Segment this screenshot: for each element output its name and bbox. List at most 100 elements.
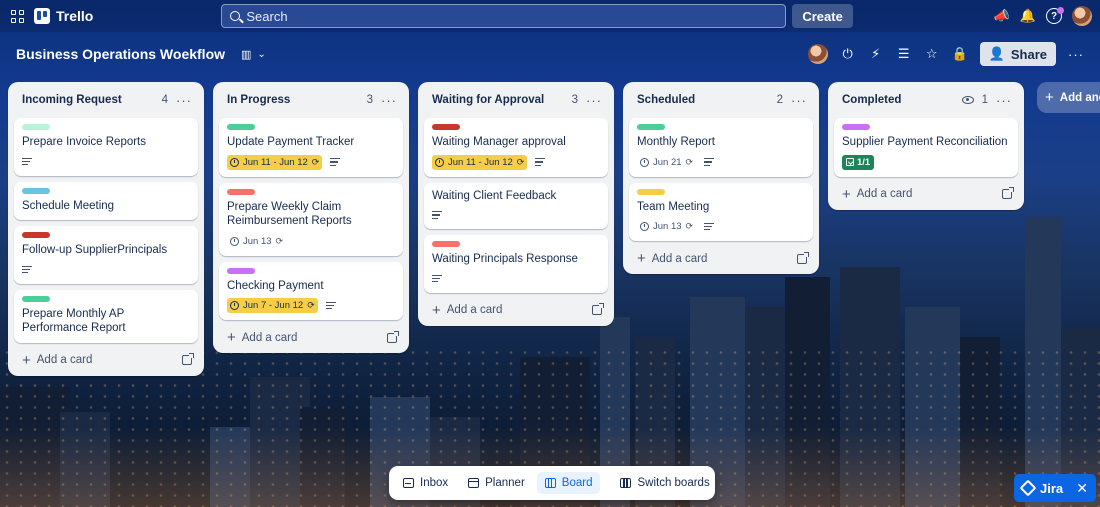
card[interactable]: Schedule Meeting [14, 181, 198, 220]
switch-boards-icon [620, 478, 632, 488]
card[interactable]: Waiting Manager approval Jun 11 - Jun 12… [424, 118, 608, 177]
chevron-down-icon: ⌄ [257, 48, 266, 60]
card-count: 1 [981, 94, 988, 106]
app-switcher-icon[interactable] [8, 7, 26, 25]
card[interactable]: Waiting Client Feedback [424, 182, 608, 229]
card[interactable]: Checking Payment Jun 7 - Jun 12 ⟳ [219, 261, 403, 320]
star-icon[interactable]: ☆ [924, 46, 940, 62]
top-navigation: Trello Create 📣 🔔 ? [0, 0, 1100, 32]
card[interactable]: Prepare Weekly Claim Reimbursement Repor… [219, 182, 403, 256]
card-template-icon[interactable] [387, 330, 399, 343]
card-title: Waiting Principals Response [432, 253, 578, 265]
card-template-icon[interactable] [797, 251, 809, 264]
list-menu-icon[interactable]: ··· [586, 94, 602, 107]
due-date-badge[interactable]: Jun 11 - Jun 12 ⟳ [227, 154, 323, 170]
due-date-badge[interactable]: Jun 7 - Jun 12 ⟳ [227, 298, 318, 313]
due-date-badge[interactable]: Jun 11 - Jun 12 ⟳ [432, 154, 528, 170]
list-title[interactable]: In Progress [227, 94, 290, 106]
filter-icon[interactable]: ☰ [896, 46, 912, 62]
create-button[interactable]: Create [792, 4, 853, 28]
megaphone-icon[interactable]: 📣 [994, 8, 1010, 24]
board-icon [544, 478, 556, 488]
list-title[interactable]: Incoming Request [22, 94, 122, 106]
more-menu-icon[interactable]: ··· [1068, 46, 1084, 62]
card-label [432, 241, 460, 247]
card-template-icon[interactable] [182, 353, 194, 365]
card-template-icon[interactable] [1002, 187, 1014, 199]
add-card-button[interactable]: + Add a card [629, 247, 813, 266]
due-date-text: Jun 13 [243, 235, 272, 247]
due-date-badge[interactable]: Jun 13 ⟳ [637, 219, 696, 234]
switcher-inbox[interactable]: Inbox [395, 472, 456, 494]
card-title: Prepare Invoice Reports [22, 136, 147, 148]
card-count: 3 [571, 94, 578, 106]
card-label [22, 124, 50, 130]
search-input[interactable] [246, 8, 778, 24]
card[interactable]: Supplier Payment Reconciliation 1/1 [834, 118, 1018, 177]
list-menu-icon[interactable]: ··· [996, 94, 1012, 107]
trello-logo[interactable]: Trello [34, 8, 93, 24]
board-view-icon: ▥ [241, 48, 252, 61]
search-bar[interactable] [221, 4, 787, 28]
add-card-button[interactable]: + Add a card [424, 299, 608, 318]
card[interactable]: Waiting Principals Response [424, 235, 608, 293]
switcher-board[interactable]: Board [536, 472, 601, 494]
lock-icon[interactable]: 🔒 [952, 46, 968, 62]
list-menu-icon[interactable]: ··· [381, 94, 397, 107]
card-label [637, 124, 665, 130]
notification-dot [1057, 7, 1064, 14]
list-title[interactable]: Waiting for Approval [432, 94, 544, 106]
card-label [637, 188, 665, 195]
power-ups-icon[interactable]: ⏻ [840, 46, 856, 62]
card-template-icon[interactable] [592, 303, 604, 315]
board-title[interactable]: Business Operations Woekflow [16, 46, 225, 62]
due-date-text: Jun 13 [653, 221, 682, 232]
card[interactable]: Team Meeting Jun 13 ⟳ [629, 182, 813, 241]
list-title[interactable]: Scheduled [637, 94, 695, 106]
board-view-selector[interactable]: ▥ ⌄ [241, 48, 266, 61]
list-incoming-request: Incoming Request 4 ··· Prepare Invoice R… [8, 82, 204, 376]
list-menu-icon[interactable]: ··· [791, 94, 807, 107]
add-card-button[interactable]: + Add a card [14, 349, 198, 368]
member-avatar[interactable] [807, 44, 828, 64]
description-icon [704, 158, 715, 166]
help-icon[interactable]: ? [1046, 7, 1064, 24]
card[interactable]: Prepare Invoice Reports [14, 118, 198, 176]
description-icon [704, 222, 715, 231]
description-icon [330, 158, 341, 166]
add-card-button[interactable]: + Add a card [219, 326, 403, 345]
add-card-button[interactable]: + Add a card [834, 183, 1018, 202]
card-label [842, 124, 870, 130]
jira-label: Jira [1040, 480, 1064, 496]
share-button[interactable]: 👤 Share [979, 42, 1056, 66]
card[interactable]: Follow-up SupplierPrincipals [14, 226, 198, 284]
switcher-planner[interactable]: Planner [460, 472, 533, 494]
clock-icon [435, 157, 444, 167]
switch-boards-label: Switch boards [637, 477, 710, 489]
jira-promo-button[interactable]: Jira ✕ [1014, 474, 1096, 502]
clock-icon [230, 301, 239, 310]
list-title[interactable]: Completed [842, 94, 901, 106]
add-list-button[interactable]: + Add another list [1037, 82, 1100, 113]
bell-icon[interactable]: 🔔 [1020, 8, 1036, 24]
description-icon [432, 274, 442, 283]
due-date-badge[interactable]: Jun 13 ⟳ [227, 234, 286, 249]
card[interactable]: Prepare Monthly AP Performance Report [14, 289, 198, 343]
clock-icon [230, 236, 239, 246]
due-date-badge[interactable]: Jun 21 ⟳ [637, 155, 696, 170]
switcher-switch-boards[interactable]: Switch boards [612, 472, 717, 494]
board-label: Board [561, 477, 593, 489]
automation-icon[interactable]: ⚡ [868, 46, 884, 62]
due-date-text: Jun 21 [653, 156, 682, 168]
clock-icon [640, 222, 649, 231]
checklist-count: 1/1 [857, 156, 871, 168]
list-menu-icon[interactable]: ··· [176, 94, 192, 107]
close-icon[interactable]: ✕ [1076, 480, 1088, 497]
card-label [227, 124, 255, 130]
board-header: Business Operations Woekflow ▥ ⌄ ⏻ ⚡ ☰ ☆… [0, 36, 1100, 72]
card[interactable]: Update Payment Tracker Jun 11 - Jun 12 ⟳ [219, 118, 403, 177]
card-title: Waiting Client Feedback [432, 189, 557, 202]
user-avatar[interactable] [1072, 6, 1092, 26]
card-label [22, 232, 50, 238]
card[interactable]: Monthly Report Jun 21 ⟳ [629, 118, 813, 177]
